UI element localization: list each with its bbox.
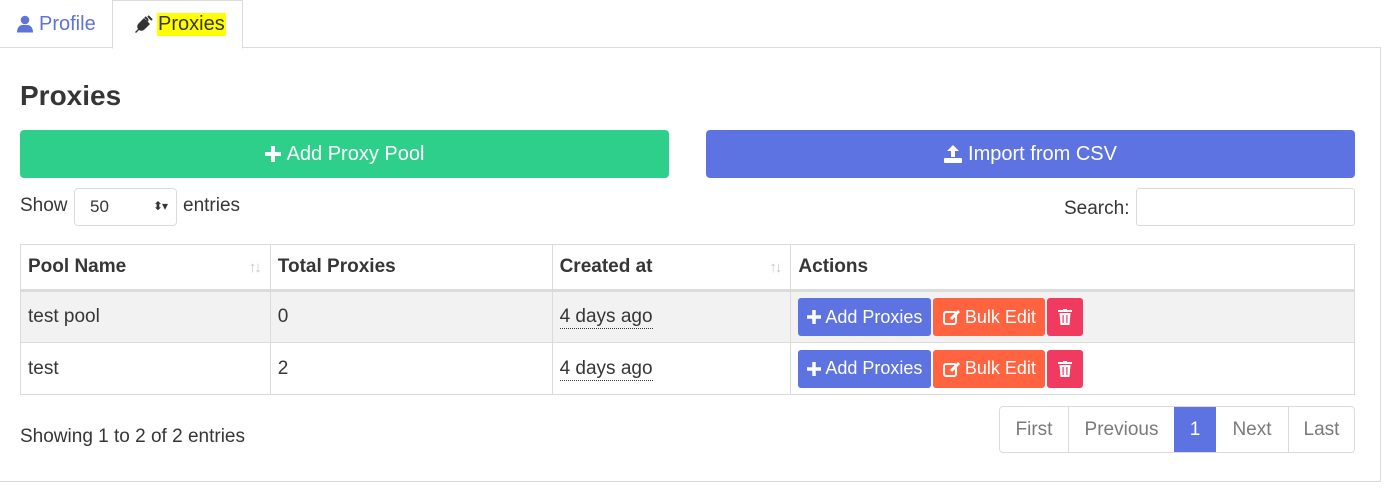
tab-proxies-label: Proxies <box>157 13 226 36</box>
edit-icon <box>942 361 960 377</box>
delete-button[interactable] <box>1047 298 1084 336</box>
created-at-value: 4 days ago <box>559 357 653 381</box>
proxy-pools-table: Pool Name ↑↓ Total Proxies Created at ↑↓ A… <box>20 244 1355 395</box>
pagination-next[interactable]: Next <box>1216 407 1288 452</box>
cell-created-at: 4 days ago <box>551 290 792 343</box>
trash-icon <box>1058 309 1073 325</box>
bulk-edit-button[interactable]: Bulk Edit <box>933 298 1046 336</box>
page-title: Proxies <box>20 80 122 111</box>
upload-icon <box>944 145 963 163</box>
entries-select[interactable]: 50 ⬍▾ <box>74 188 177 226</box>
search-label: Search: <box>1064 198 1130 219</box>
column-header-label: Total Proxies <box>277 256 396 277</box>
trash-icon <box>1058 360 1073 377</box>
pagination: First Previous 1 Next Last <box>999 406 1355 453</box>
tab-bar: Profile Proxies <box>0 0 1381 49</box>
tab-profile[interactable]: Profile <box>0 0 112 48</box>
user-icon <box>15 14 35 34</box>
table-row: test 2 4 days ago Add Proxies Bulk Edit <box>20 342 1355 395</box>
import-csv-button[interactable]: Import from CSV <box>706 130 1355 178</box>
column-header-label: Pool Name <box>28 256 127 277</box>
pagination-last[interactable]: Last <box>1288 407 1354 452</box>
sort-icon: ↑↓ <box>769 259 782 276</box>
cell-pool-name: test pool <box>20 290 271 343</box>
delete-button[interactable] <box>1047 349 1084 388</box>
entries-label: entries <box>183 195 241 216</box>
add-proxies-button[interactable]: Add Proxies <box>798 298 932 336</box>
created-at-value: 4 days ago <box>559 306 653 329</box>
pagination-page-current[interactable]: 1 <box>1174 407 1216 452</box>
pagination-first[interactable]: First <box>1000 407 1068 452</box>
plus-icon <box>264 146 281 162</box>
tab-profile-label: Profile <box>39 12 96 35</box>
cell-total-proxies: 2 <box>269 342 553 395</box>
plug-icon <box>133 14 153 35</box>
search-input[interactable] <box>1136 188 1355 226</box>
pagination-previous[interactable]: Previous <box>1068 407 1174 452</box>
plus-icon <box>807 361 822 376</box>
edit-icon <box>942 309 960 325</box>
show-label: Show <box>20 195 68 216</box>
bulk-edit-button[interactable]: Bulk Edit <box>933 349 1046 388</box>
table-info: Showing 1 to 2 of 2 entries <box>20 426 245 447</box>
entries-select-value: 50 <box>90 197 109 216</box>
add-proxies-button[interactable]: Add Proxies <box>798 349 932 388</box>
column-header-actions: Actions <box>790 244 1355 292</box>
import-csv-label: Import from CSV <box>968 142 1117 165</box>
sort-icon: ↑↓ <box>248 259 262 276</box>
bulk-edit-label: Bulk Edit <box>964 358 1036 378</box>
column-header-created-at[interactable]: Created at ↑↓ <box>551 244 792 292</box>
column-header-label: Created at <box>559 256 653 277</box>
add-proxies-label: Add Proxies <box>825 358 923 378</box>
add-proxies-label: Add Proxies <box>825 306 923 327</box>
cell-created-at: 4 days ago <box>551 342 792 395</box>
add-proxy-pool-label: Add Proxy Pool <box>286 142 425 165</box>
table-row: test pool 0 4 days ago Add Proxies Bulk … <box>20 290 1355 343</box>
cell-pool-name: test <box>20 342 271 395</box>
column-header-label: Actions <box>798 256 869 277</box>
tab-proxies[interactable]: Proxies <box>112 0 243 49</box>
plus-icon <box>807 310 822 324</box>
column-header-total-proxies: Total Proxies <box>269 244 553 292</box>
cell-actions: Add Proxies Bulk Edit <box>790 342 1355 395</box>
cell-actions: Add Proxies Bulk Edit <box>790 290 1355 343</box>
sort-caret-icon: ⬍▾ <box>152 199 168 213</box>
add-proxy-pool-button[interactable]: Add Proxy Pool <box>20 130 669 178</box>
cell-total-proxies: 0 <box>269 290 553 343</box>
bulk-edit-label: Bulk Edit <box>964 306 1036 327</box>
column-header-pool-name[interactable]: Pool Name ↑↓ <box>20 244 271 292</box>
